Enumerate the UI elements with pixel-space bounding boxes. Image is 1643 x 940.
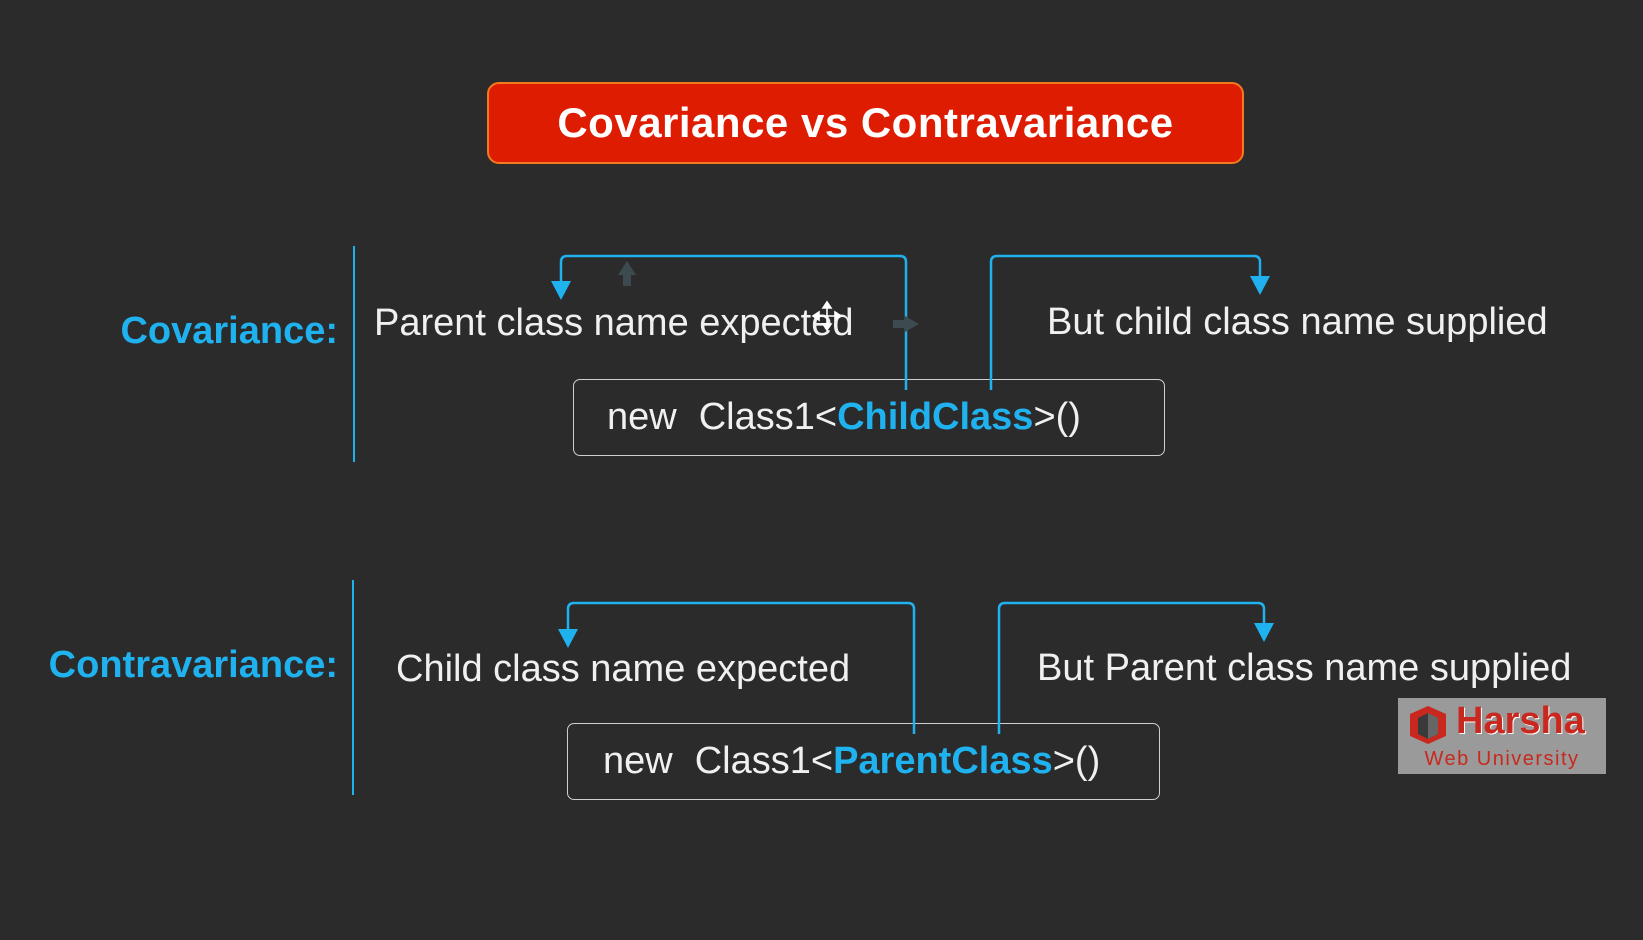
covariance-right-connector — [989, 254, 1262, 390]
arrow-down-icon — [551, 281, 571, 300]
logo-name: Harsha — [1456, 700, 1585, 742]
ghost-arrow-right-stem — [893, 320, 906, 328]
contravariance-right-connector — [997, 601, 1266, 734]
harsha-logo-icon — [1410, 706, 1446, 744]
arrow-down-icon — [558, 629, 578, 648]
ghost-arrow-up-icon — [618, 261, 636, 275]
ghost-arrow-right-icon — [905, 316, 919, 332]
connector-arrows — [551, 254, 1274, 734]
move-cursor-icon — [811, 300, 843, 332]
arrow-down-icon — [1250, 276, 1270, 295]
covariance-left-connector — [559, 254, 908, 390]
logo-subtitle: Web University — [1424, 748, 1580, 770]
arrow-down-icon — [1254, 623, 1274, 642]
ghost-arrow-up-stem — [623, 274, 631, 286]
harsha-logo: Harsha Web University — [1398, 698, 1606, 774]
contravariance-left-connector — [566, 601, 916, 734]
